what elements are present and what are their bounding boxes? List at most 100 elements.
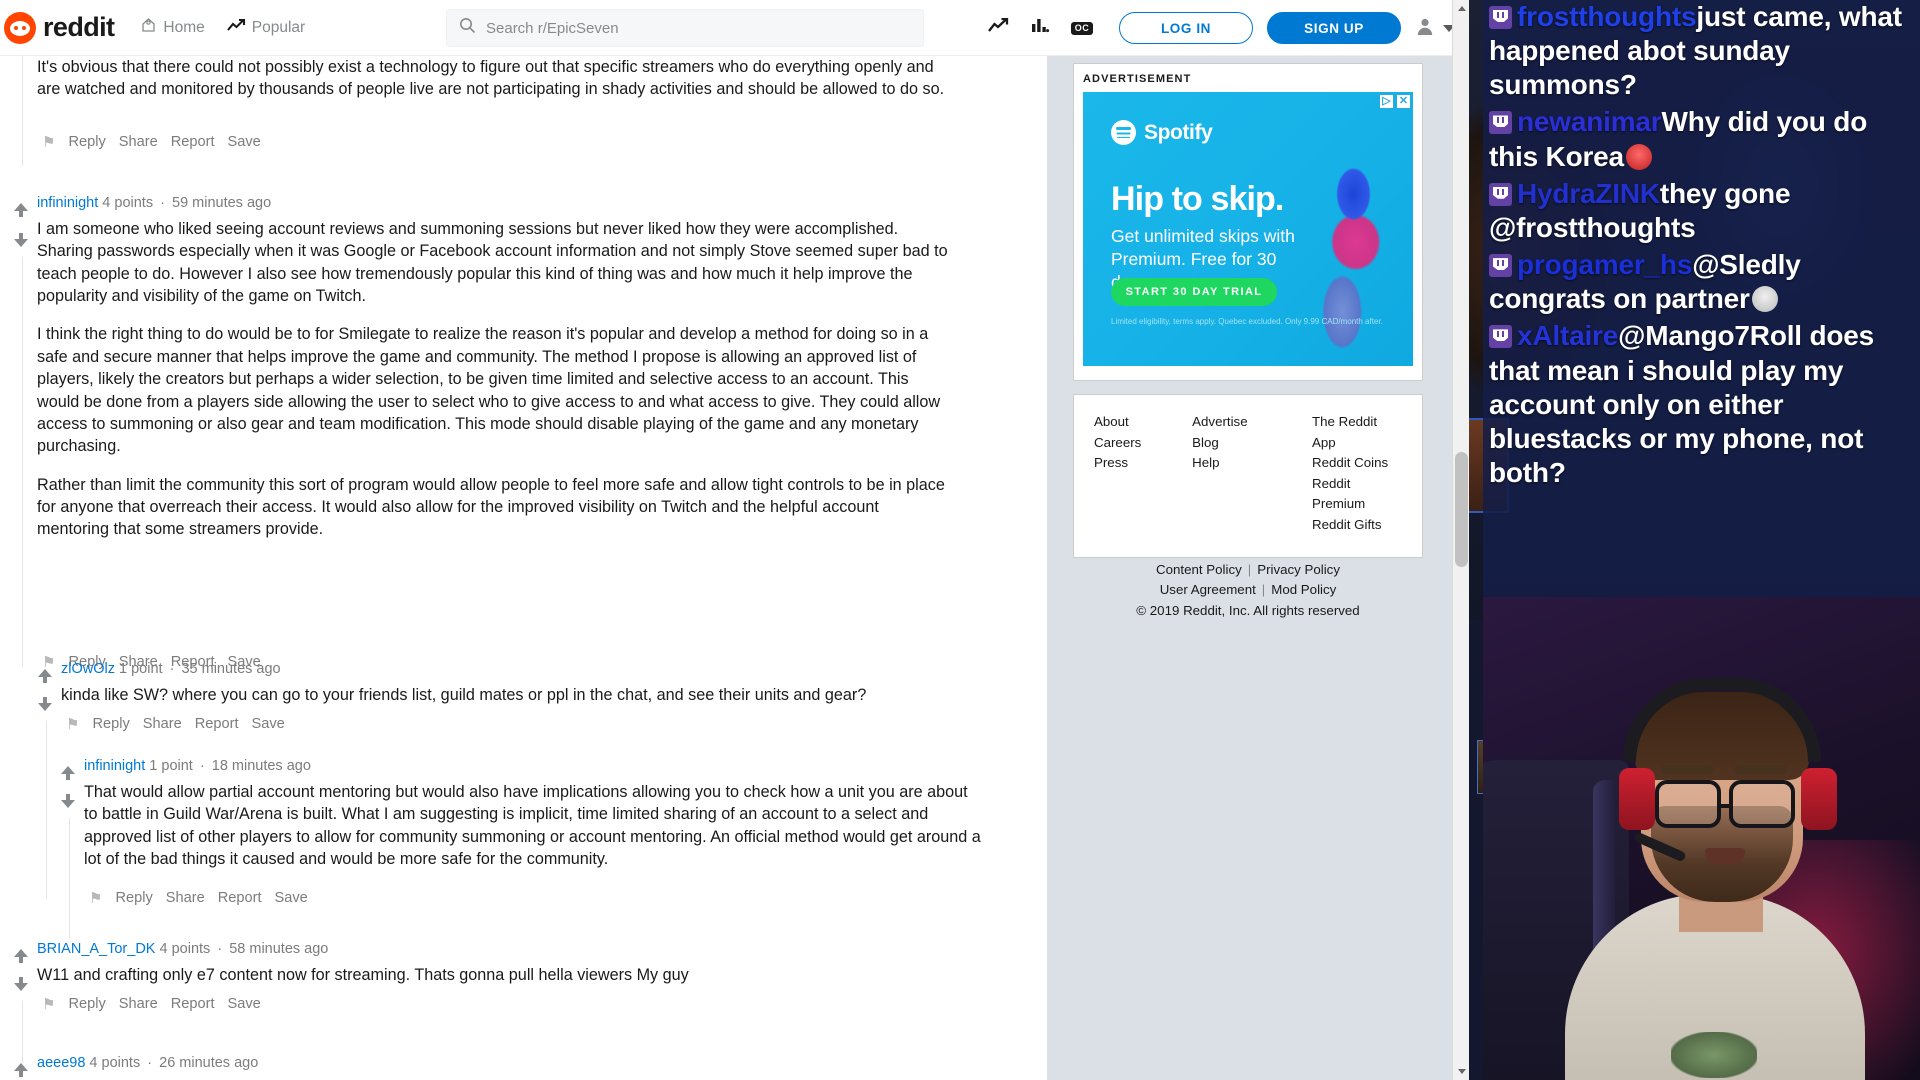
oc-badge-button[interactable]: OC: [1061, 7, 1103, 49]
reddit-logo[interactable]: reddit: [4, 11, 115, 44]
search-input[interactable]: [486, 19, 911, 37]
save-action[interactable]: Save: [228, 996, 261, 1012]
comment-meta: aeee98 4 points · 26 minutes ago: [37, 1055, 258, 1072]
advertisement-creative[interactable]: ▷ ✕ Spotify Hip to skip. Get unlimited s…: [1083, 92, 1413, 366]
report-action[interactable]: Report: [195, 716, 239, 732]
footer-link-reddit-coins[interactable]: Reddit Coins: [1312, 453, 1402, 474]
save-action[interactable]: Save: [275, 890, 308, 906]
reddit-page: reddit Home Popular Search r/EpicSeven O…: [0, 0, 1469, 1080]
login-button[interactable]: LOG IN: [1119, 12, 1253, 44]
footer-link-careers[interactable]: Careers: [1094, 433, 1192, 454]
scroll-down-arrow-icon[interactable]: [1453, 1063, 1469, 1080]
upvote-button[interactable]: [38, 669, 52, 683]
nav-item-popular[interactable]: Popular: [226, 18, 305, 38]
spotify-wordmark: Spotify: [1144, 120, 1213, 144]
save-action[interactable]: Save: [252, 716, 285, 732]
footer-link-about[interactable]: About: [1094, 412, 1192, 433]
adchoices-info-icon[interactable]: ▷: [1379, 94, 1394, 109]
chat-username[interactable]: progamer_hs: [1517, 249, 1692, 280]
footer-copyright: © 2019 Reddit, Inc. All rights reserved: [1136, 602, 1360, 618]
meta-separator: ·: [199, 758, 205, 774]
streamer-mouth: [1705, 848, 1745, 864]
reply-flag-icon: ⚑: [89, 890, 103, 907]
chat-message: HydraZINKthey gone @frostthoughts: [1489, 177, 1914, 245]
chat-message: xAltaire@Mango7Roll does that mean i sho…: [1489, 319, 1914, 490]
chat-username[interactable]: newanimar: [1517, 106, 1662, 137]
comment-meta: infininight 4 points · 59 minutes ago: [37, 195, 271, 212]
footer-link-reddit-app[interactable]: The Reddit App: [1312, 412, 1402, 453]
ad-close-icon[interactable]: ✕: [1396, 94, 1411, 109]
browser-scrollbar[interactable]: [1452, 0, 1469, 1080]
sidebar-column: ADVERTISEMENT ▷ ✕ Spotify Hip to skip. G…: [1047, 56, 1469, 1080]
comment-paragraph: I think the right thing to do would be t…: [37, 325, 941, 456]
share-action[interactable]: Share: [166, 890, 205, 906]
thread-line: [46, 721, 47, 899]
spotify-logo: Spotify: [1111, 120, 1213, 145]
chat-username[interactable]: xAltaire: [1517, 320, 1618, 351]
comment-meta: infininight 1 point · 18 minutes ago: [84, 758, 311, 775]
user-menu[interactable]: [1415, 16, 1455, 41]
screen: reddit Home Popular Search r/EpicSeven O…: [0, 0, 1920, 1080]
share-action[interactable]: Share: [143, 716, 182, 732]
footer-link-privacy-policy[interactable]: Privacy Policy: [1257, 560, 1340, 581]
upvote-button[interactable]: [14, 949, 28, 963]
footer-column-2: Advertise Blog Help: [1192, 412, 1312, 536]
downvote-button[interactable]: [38, 697, 52, 711]
downvote-button[interactable]: [14, 233, 28, 247]
chat-username[interactable]: HydraZINK: [1517, 178, 1660, 209]
comment-timestamp: 59 minutes ago: [172, 195, 272, 211]
downvote-button[interactable]: [61, 794, 75, 808]
footer-policies: Content Policy | Privacy Policy User Agr…: [1094, 560, 1402, 622]
footer-link-help[interactable]: Help: [1192, 453, 1312, 474]
comment-points: 4 points: [89, 1055, 141, 1071]
comment-author[interactable]: infininight: [37, 195, 98, 211]
upvote-button[interactable]: [14, 203, 28, 217]
upvote-button[interactable]: [61, 766, 75, 780]
upvote-button[interactable]: [14, 1063, 28, 1077]
footer-link-reddit-premium[interactable]: Reddit Premium: [1312, 474, 1402, 515]
comment-author[interactable]: infininight: [84, 758, 145, 774]
save-action[interactable]: Save: [228, 134, 261, 150]
share-action[interactable]: Share: [119, 996, 158, 1012]
footer-link-blog[interactable]: Blog: [1192, 433, 1312, 454]
comment-meta: BRIAN_A_Tor_DK 4 points · 58 minutes ago: [37, 941, 328, 958]
scrollbar-thumb[interactable]: [1455, 452, 1468, 567]
footer-link-mod-policy[interactable]: Mod Policy: [1271, 580, 1336, 601]
signup-button[interactable]: SIGN UP: [1267, 12, 1401, 44]
oc-badge-icon: OC: [1070, 21, 1094, 35]
footer-link-user-agreement[interactable]: User Agreement: [1160, 580, 1256, 601]
search-icon: [459, 17, 476, 39]
search-bar[interactable]: [446, 9, 924, 47]
reply-action[interactable]: Reply: [92, 716, 129, 732]
reply-action[interactable]: Reply: [115, 890, 152, 906]
comment-paragraph: It's obvious that there could not possib…: [37, 58, 945, 99]
trending-icon-button[interactable]: [977, 7, 1019, 49]
comment-author[interactable]: aeee98: [37, 1055, 85, 1071]
comment-author[interactable]: zlOwOlz: [61, 661, 115, 677]
nav-item-home[interactable]: Home: [140, 17, 205, 39]
share-action[interactable]: Share: [119, 134, 158, 150]
footer-link-content-policy[interactable]: Content Policy: [1156, 560, 1242, 581]
reddit-wordmark: reddit: [43, 12, 115, 42]
reply-action[interactable]: Reply: [68, 134, 105, 150]
shirt-graphic: [1671, 1032, 1757, 1078]
footer-column-1: About Careers Press: [1094, 412, 1192, 536]
headset-band: [1623, 678, 1821, 762]
scroll-up-arrow-icon[interactable]: [1453, 0, 1469, 17]
downvote-button[interactable]: [14, 977, 28, 991]
footer-link-reddit-gifts[interactable]: Reddit Gifts: [1312, 515, 1402, 536]
ad-cta-button[interactable]: START 30 DAY TRIAL: [1111, 278, 1277, 306]
chat-username[interactable]: frostthoughts: [1517, 1, 1697, 32]
report-action[interactable]: Report: [171, 996, 215, 1012]
footer-separator: |: [1261, 582, 1266, 598]
comment-author[interactable]: BRIAN_A_Tor_DK: [37, 941, 155, 957]
glasses-lens-left: [1655, 780, 1721, 828]
reply-action[interactable]: Reply: [68, 996, 105, 1012]
footer-link-press[interactable]: Press: [1094, 453, 1192, 474]
comment-paragraph: Rather than limit the community this sor…: [37, 475, 945, 539]
eyebrow-right: [1735, 765, 1787, 774]
chart-icon-button[interactable]: [1019, 7, 1061, 49]
report-action[interactable]: Report: [218, 890, 262, 906]
footer-link-advertise[interactable]: Advertise: [1192, 412, 1312, 433]
report-action[interactable]: Report: [171, 134, 215, 150]
